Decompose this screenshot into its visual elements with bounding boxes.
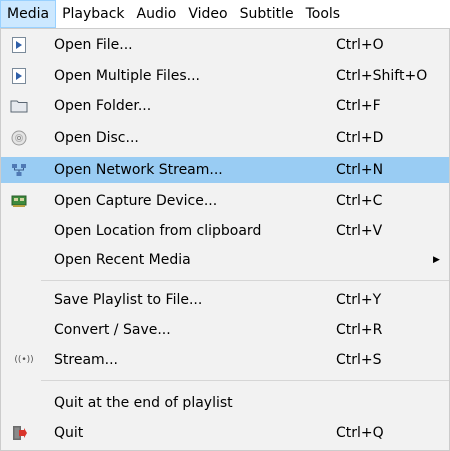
- menu-item-shortcut: Ctrl+D: [336, 130, 384, 146]
- menu-item-label: Stream...: [54, 352, 119, 368]
- menubar-tools[interactable]: Tools: [300, 0, 347, 28]
- play-file-icon: [10, 67, 28, 85]
- menu-item-label: Open Recent Media: [54, 252, 191, 268]
- menu-item-open-location-from-clipboard[interactable]: Open Location from clipboard Ctrl+V: [1, 218, 449, 244]
- menu-item-open-file[interactable]: Open File... Ctrl+O: [1, 32, 449, 58]
- menu-item-shortcut: Ctrl+Y: [336, 292, 382, 308]
- menu-item-shortcut: Ctrl+V: [336, 223, 383, 239]
- menu-item-label: Quit at the end of playlist: [54, 395, 233, 411]
- menu-item-open-capture-device[interactable]: Open Capture Device... Ctrl+C: [1, 188, 449, 214]
- network-icon: [10, 161, 28, 179]
- menubar-subtitle[interactable]: Subtitle: [234, 0, 300, 28]
- menu-item-label: Open Location from clipboard: [54, 223, 262, 239]
- menu-bar: Media Playback Audio Video Subtitle Tool…: [0, 0, 450, 28]
- folder-icon: [10, 97, 28, 115]
- menubar-playback[interactable]: Playback: [56, 0, 130, 28]
- menu-separator: [41, 380, 449, 381]
- menu-item-open-network-stream[interactable]: Open Network Stream... Ctrl+N: [1, 157, 449, 183]
- menu-item-label: Quit: [54, 425, 84, 441]
- menu-item-label: Open Disc...: [54, 130, 139, 146]
- menu-item-shortcut: Ctrl+C: [336, 193, 383, 209]
- menu-item-open-folder[interactable]: Open Folder... Ctrl+F: [1, 93, 449, 119]
- menu-item-label: Open Multiple Files...: [54, 68, 200, 84]
- menubar-media[interactable]: Media: [0, 0, 57, 28]
- menu-item-convert-save[interactable]: Convert / Save... Ctrl+R: [1, 317, 449, 343]
- menu-item-open-disc[interactable]: Open Disc... Ctrl+D: [1, 125, 449, 151]
- quit-icon: [10, 424, 28, 442]
- menu-item-label: Open Folder...: [54, 98, 152, 114]
- menu-item-shortcut: Ctrl+N: [336, 162, 384, 178]
- menu-item-open-recent-media[interactable]: Open Recent Media ▶: [1, 247, 449, 273]
- menu-item-label: Open File...: [54, 37, 133, 53]
- menubar-video[interactable]: Video: [182, 0, 233, 28]
- menu-item-shortcut: Ctrl+F: [336, 98, 381, 114]
- menu-item-shortcut: Ctrl+R: [336, 322, 383, 338]
- menu-item-quit[interactable]: Quit Ctrl+Q: [1, 420, 449, 446]
- menu-item-shortcut: Ctrl+S: [336, 352, 382, 368]
- submenu-arrow-icon: ▶: [433, 255, 440, 265]
- menu-item-save-playlist[interactable]: Save Playlist to File... Ctrl+Y: [1, 287, 449, 313]
- menubar-audio[interactable]: Audio: [131, 0, 183, 28]
- capture-card-icon: [10, 192, 28, 210]
- menu-item-label: Open Network Stream...: [54, 162, 223, 178]
- menu-item-label: Convert / Save...: [54, 322, 171, 338]
- menu-separator: [41, 280, 449, 281]
- stream-icon: ((•)): [14, 355, 34, 365]
- menu-item-shortcut: Ctrl+Q: [336, 425, 384, 441]
- menu-item-label: Save Playlist to File...: [54, 292, 203, 308]
- disc-icon: [10, 129, 28, 147]
- menu-item-label: Open Capture Device...: [54, 193, 218, 209]
- menu-item-shortcut: Ctrl+Shift+O: [336, 68, 428, 84]
- menu-item-shortcut: Ctrl+O: [336, 37, 384, 53]
- menu-item-quit-at-end-of-playlist[interactable]: Quit at the end of playlist: [1, 390, 449, 416]
- menu-item-stream[interactable]: ((•)) Stream... Ctrl+S: [1, 347, 449, 373]
- media-dropdown-menu: Open File... Ctrl+O Open Multiple Files.…: [0, 28, 450, 451]
- menu-item-open-multiple-files[interactable]: Open Multiple Files... Ctrl+Shift+O: [1, 63, 449, 89]
- play-file-icon: [10, 36, 28, 54]
